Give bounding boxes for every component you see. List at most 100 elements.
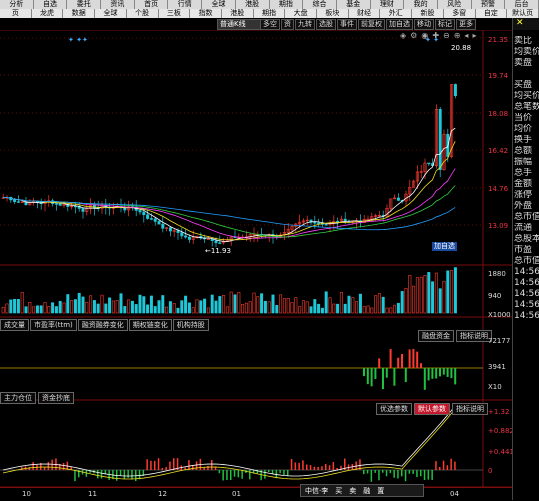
toolbar-button[interactable]: 个股	[126, 9, 159, 18]
quote-field-label: 14:56	[514, 300, 539, 310]
indicator-tab[interactable]: 期权链变化	[128, 319, 172, 331]
indicator-tab[interactable]: 指标说明	[452, 403, 488, 415]
toolbar-button[interactable]: 我的	[404, 0, 438, 9]
candle-body	[142, 211, 146, 216]
volume-bar	[47, 306, 51, 314]
chart-nav-arrows[interactable]: ✦ ✦✦	[68, 36, 88, 44]
volume-bar	[62, 302, 66, 314]
toolbar-button[interactable]: 财经	[348, 9, 381, 18]
indicator3-bar	[150, 460, 152, 470]
toolbar-button[interactable]: 港股	[221, 9, 254, 18]
toolbar-button[interactable]: 新股	[412, 9, 444, 18]
toolbar-button[interactable]: 首页	[134, 0, 169, 9]
toolbar-button[interactable]: 三板	[158, 9, 191, 18]
toolbar-button[interactable]: 默认页	[507, 9, 539, 18]
toolbar-button[interactable]: 指数	[190, 9, 222, 18]
indicator-tab[interactable]: 主力仓位	[0, 392, 36, 404]
toolbar-button[interactable]: 委托	[67, 0, 102, 9]
indicator-tab[interactable]: 资金抄底	[38, 392, 74, 404]
toolbar-button[interactable]: 行情	[168, 0, 203, 9]
indicator3-bar	[298, 462, 300, 470]
quote-field-label: 买盘	[514, 80, 533, 90]
indicator3-bar	[104, 470, 107, 474]
volume-bar	[343, 303, 347, 314]
indicator-tab[interactable]: 默认参数	[414, 403, 450, 415]
volume-bar	[85, 301, 89, 314]
indicator-tab[interactable]: 机构持股	[172, 319, 209, 331]
chart-tab[interactable]: 九转	[295, 19, 315, 30]
chart-tab[interactable]: 更多	[456, 19, 476, 30]
toolbar-button[interactable]: 期指	[253, 9, 286, 18]
indicator3-bar	[43, 467, 46, 470]
toolbar-button[interactable]: 全球	[95, 9, 127, 18]
candle-body	[206, 238, 210, 240]
indicator-tab[interactable]: 融盘资金	[418, 330, 454, 342]
indicator2-bar	[389, 349, 392, 368]
toolbar-button[interactable]: 外汇	[380, 9, 413, 18]
chart-tab[interactable]: 多空	[260, 19, 280, 30]
indicator-tab[interactable]: 优选参数	[376, 403, 412, 415]
trade-button[interactable]: 融	[363, 486, 370, 496]
indicator3-bar	[97, 470, 99, 479]
volume-bar	[294, 297, 298, 314]
toolbar-button[interactable]: 龙虎	[31, 9, 64, 18]
toolbar-button[interactable]: 自选	[33, 0, 68, 9]
indicator3-bar	[74, 470, 76, 482]
close-icon[interactable]: ✕	[516, 18, 524, 28]
chart-tab[interactable]: 标记	[435, 19, 455, 30]
toolbar-button[interactable]: 资讯	[101, 0, 135, 9]
trade-button[interactable]: 卖	[349, 486, 356, 496]
volume-bar	[301, 300, 305, 314]
toolbar-button[interactable]: 全球	[202, 0, 236, 9]
indicator-tab[interactable]: 成交量	[0, 319, 29, 331]
toolbar-button[interactable]: 期指	[269, 0, 304, 9]
chart-tab[interactable]: 移动	[414, 19, 434, 30]
indicator3-bar	[290, 458, 293, 470]
toolbar-button[interactable]: 数据	[63, 9, 96, 18]
toolbar-button[interactable]: 分析	[0, 0, 34, 9]
toolbar-button[interactable]: 预警	[471, 0, 506, 9]
toolbar-button[interactable]: 港股	[235, 0, 270, 9]
volume-bar	[16, 299, 20, 314]
trade-button[interactable]: 置	[377, 486, 384, 496]
indicator2-bar	[446, 368, 449, 377]
chart-tab[interactable]: 选股	[316, 19, 336, 30]
toolbar-button[interactable]: 大盘	[285, 9, 318, 18]
toolbar-button[interactable]: 板块	[317, 9, 349, 18]
section3-tabs: 优选参数 默认参数 指标说明	[376, 403, 488, 415]
trade-button[interactable]: 中信·李	[305, 486, 328, 496]
add-watchlist-button[interactable]: 加自选	[432, 242, 457, 251]
indicator-tab[interactable]: 市盈率(ttm)	[30, 319, 77, 331]
chart-tab[interactable]: 事件	[337, 19, 357, 30]
indicator-tab[interactable]: 指标说明	[456, 330, 492, 342]
period-select[interactable]: 普通K线	[217, 19, 263, 30]
toolbar-button[interactable]: 综合	[303, 0, 337, 9]
volume-bar	[165, 306, 169, 314]
indicator2-bar	[450, 368, 453, 379]
quote-field-label: 卖比	[514, 36, 533, 46]
indicator2-bar	[393, 368, 396, 386]
volume-bar	[100, 294, 104, 314]
toolbar-button[interactable]: 多窗	[443, 9, 476, 18]
indicator-tabs-right: 融盘资金 指标说明	[418, 330, 492, 342]
chart-tab[interactable]: 加自选	[386, 19, 413, 30]
toolbar-button[interactable]: 风险	[437, 0, 472, 9]
chart-tab[interactable]: 前复权	[358, 19, 385, 30]
volume-bar	[309, 306, 313, 314]
axis-tick-label: 72177	[488, 337, 511, 345]
toolbar-button[interactable]: 理财	[370, 0, 405, 9]
chart-tab[interactable]: 资	[281, 19, 294, 30]
chart-nav-arrows-right[interactable]: ✦ ✦	[425, 36, 439, 44]
indicator-tab[interactable]: 融资融券变化	[77, 319, 128, 331]
toolbar-button[interactable]: 基金	[336, 0, 371, 9]
volume-bar	[73, 299, 77, 314]
toolbar-button[interactable]: 后台	[505, 0, 539, 9]
trade-button[interactable]: 买	[335, 486, 342, 496]
volume-bar	[130, 300, 134, 314]
volume-bar	[328, 297, 332, 314]
toolbar-button[interactable]: 自定	[475, 9, 508, 18]
indicator3-bar	[154, 460, 156, 470]
indicator-tabs-left: 成交量 市盈率(ttm) 融资融券变化 期权链变化 机构持股	[0, 319, 209, 331]
volume-bar	[423, 275, 427, 314]
toolbar-button[interactable]: 页	[0, 9, 32, 18]
